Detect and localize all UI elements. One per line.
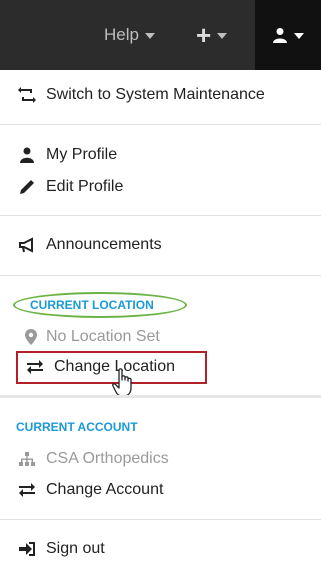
divider: [0, 275, 321, 276]
sign-out-item[interactable]: Sign out: [16, 540, 105, 558]
divider: [0, 215, 321, 216]
bullhorn-icon: [16, 237, 38, 253]
switch-system-item[interactable]: Switch to System Maintenance: [16, 86, 265, 104]
hand-pointer-icon: [112, 368, 132, 397]
help-label: Help: [104, 25, 139, 44]
no-location-item: No Location Set: [24, 328, 160, 346]
exchange-icon: [24, 360, 46, 374]
edit-profile-item[interactable]: Edit Profile: [16, 178, 123, 196]
change-account-item[interactable]: Change Account: [16, 481, 163, 499]
edit-profile-label: Edit Profile: [46, 178, 124, 195]
divider: [0, 519, 321, 520]
announcements-label: Announcements: [46, 236, 162, 253]
account-name-label: CSA Orthopedics: [46, 450, 169, 467]
exchange-icon: [16, 483, 38, 497]
current-account-header: CURRENT ACCOUNT: [16, 420, 138, 434]
pencil-icon: [16, 179, 38, 195]
top-navbar: Help +: [0, 0, 321, 70]
change-location-item[interactable]: Change Location: [24, 358, 175, 376]
account-name-item: CSA Orthopedics: [16, 450, 169, 468]
caret-down-icon: [294, 33, 304, 39]
caret-down-icon: [217, 33, 228, 39]
user-icon: [16, 147, 38, 163]
retweet-icon: [16, 87, 38, 103]
switch-system-label: Switch to System Maintenance: [46, 86, 265, 103]
current-location-header: CURRENT LOCATION: [30, 298, 154, 312]
change-account-label: Change Account: [46, 481, 164, 498]
my-profile-item[interactable]: My Profile: [16, 146, 117, 164]
plus-icon: +: [196, 20, 212, 50]
user-icon: [273, 28, 287, 43]
help-dropdown[interactable]: Help: [104, 0, 155, 70]
sitemap-icon: [16, 452, 38, 466]
divider: [0, 395, 321, 398]
sign-out-label: Sign out: [46, 540, 105, 557]
sign-out-icon: [16, 542, 38, 556]
map-marker-icon: [24, 329, 38, 345]
my-profile-label: My Profile: [46, 146, 118, 163]
caret-down-icon: [144, 33, 155, 39]
add-dropdown[interactable]: +: [196, 0, 228, 70]
user-dropdown[interactable]: [255, 0, 321, 70]
no-location-label: No Location Set: [46, 328, 160, 345]
divider: [0, 124, 321, 125]
announcements-item[interactable]: Announcements: [16, 236, 162, 254]
